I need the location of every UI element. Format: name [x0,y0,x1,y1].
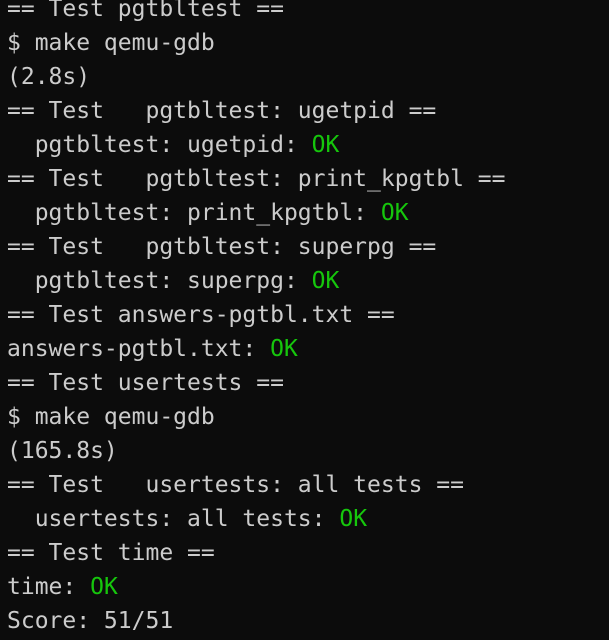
terminal-line: == Test pgtbltest == [7,0,609,26]
line-text: time: [7,574,91,600]
terminal-line: (2.8s) [7,60,609,94]
terminal-line: == Test answers-pgtbl.txt == [7,298,609,332]
status-ok: OK [270,336,298,362]
line-text: == Test usertests: all tests == [7,472,464,498]
line-text: == Test pgtbltest: superpg == [7,234,437,260]
terminal-output: == Test pgtbltest == $ make qemu-gdb (2.… [7,0,609,638]
terminal-line: $ make qemu-gdb [7,26,609,60]
line-text: == Test answers-pgtbl.txt == [7,302,395,328]
terminal-line: == Test usertests: all tests == [7,468,609,502]
status-ok: OK [90,574,118,600]
line-text: pgtbltest: superpg: [7,268,312,294]
line-text: pgtbltest: ugetpid: [7,132,312,158]
terminal-line: usertests: all tests: OK [7,502,609,536]
terminal-line: pgtbltest: print_kpgtbl: OK [7,196,609,230]
score-text: Score: 51/51 [7,608,174,634]
line-text: == Test time == [7,540,215,566]
line-text: usertests: all tests: [7,506,340,532]
line-text: $ make qemu-gdb [7,30,215,56]
status-ok: OK [311,132,340,158]
line-text: == Test usertests == [7,370,284,396]
status-ok: OK [311,268,340,294]
terminal-line: answers-pgtbl.txt: OK [7,332,609,366]
terminal-window[interactable]: == Test pgtbltest == $ make qemu-gdb (2.… [0,0,609,640]
line-text: pgtbltest: print_kpgtbl: [7,200,381,226]
terminal-line: time: OK [7,570,609,604]
status-ok: OK [380,200,409,226]
terminal-line: == Test usertests == [7,366,609,400]
terminal-line: == Test time == [7,536,609,570]
terminal-line: == Test pgtbltest: print_kpgtbl == [7,162,609,196]
terminal-line: pgtbltest: superpg: OK [7,264,609,298]
line-text: == Test pgtbltest: ugetpid == [7,98,437,124]
line-text: (2.8s) [7,64,91,90]
line-text: $ make qemu-gdb [7,404,215,430]
terminal-line: $ make qemu-gdb [7,400,609,434]
score-line: Score: 51/51 [7,604,609,638]
terminal-line: == Test pgtbltest: ugetpid == [7,94,609,128]
line-text: answers-pgtbl.txt: [7,336,271,362]
status-ok: OK [339,506,368,532]
terminal-line: pgtbltest: ugetpid: OK [7,128,609,162]
line-text: (165.8s) [7,438,118,464]
terminal-line: == Test pgtbltest: superpg == [7,230,609,264]
terminal-line: (165.8s) [7,434,609,468]
line-text: == Test pgtbltest: print_kpgtbl == [7,166,506,192]
line-text: == Test pgtbltest == [7,0,284,22]
